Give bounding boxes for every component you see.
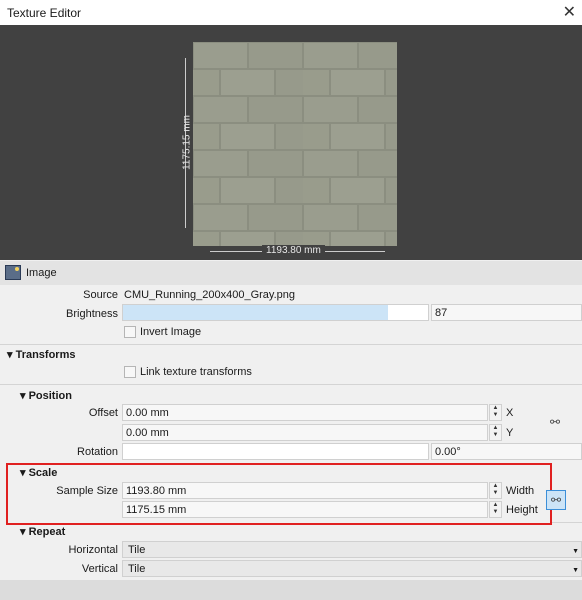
sample-size-label: Sample Size — [56, 485, 118, 497]
footer-bar — [0, 580, 582, 600]
vertical-repeat-dropdown[interactable]: Tile ▼ — [122, 560, 582, 577]
sample-width-spinner[interactable]: ▲ ▼ — [489, 482, 502, 499]
offset-x-spinner[interactable]: ▲ ▼ — [489, 404, 502, 421]
divider — [0, 344, 582, 345]
transforms-label: Transforms — [15, 349, 76, 361]
divider — [0, 384, 582, 385]
rotation-input[interactable]: 0.00° — [431, 443, 582, 460]
offset-x-input[interactable]: 0.00 mm — [122, 404, 488, 421]
chevron-down-icon: ▼ — [572, 548, 579, 555]
horizontal-repeat-dropdown[interactable]: Tile ▼ — [122, 541, 582, 558]
chain-link-icon: ⚯ — [549, 415, 561, 429]
sample-height-spinner[interactable]: ▲ ▼ — [489, 501, 502, 518]
position-label: Position — [28, 390, 72, 402]
x-label: X — [506, 407, 514, 419]
source-label: Source — [83, 289, 118, 301]
scale-label: Scale — [28, 467, 58, 479]
brightness-label: Brightness — [66, 308, 118, 320]
horizontal-label: Horizontal — [68, 544, 118, 556]
window-title: Texture Editor — [7, 6, 82, 20]
width-dimension-label: 1193.80 mm — [262, 245, 325, 256]
repeat-header[interactable]: ▾ Repeat — [20, 525, 65, 538]
rotation-label: Rotation — [77, 446, 118, 458]
brick-texture — [193, 42, 397, 246]
source-value: CMU_Running_200x400_Gray.png — [124, 289, 296, 301]
image-section-header[interactable]: Image — [0, 261, 582, 285]
vertical-repeat-value: Tile — [128, 563, 146, 575]
texture-preview: 1175.15 mm 1193.80 mm — [0, 25, 582, 260]
link-scale-button[interactable]: ⚯ — [546, 490, 566, 510]
image-header-label: Image — [26, 267, 57, 279]
link-offset-button[interactable]: ⚯ — [545, 412, 565, 432]
link-transforms-label: Link texture transforms — [140, 366, 252, 378]
brightness-slider[interactable] — [122, 304, 429, 321]
title-bar: Texture Editor ✕ — [0, 0, 582, 25]
offset-label: Offset — [88, 407, 118, 419]
sample-width-input[interactable]: 1193.80 mm — [122, 482, 488, 499]
offset-y-input[interactable]: 0.00 mm — [122, 424, 488, 441]
scale-header[interactable]: ▾ Scale — [20, 466, 57, 479]
position-header[interactable]: ▾ Position — [20, 389, 72, 402]
close-icon[interactable]: ✕ — [563, 2, 576, 22]
brightness-input[interactable]: 87 — [431, 304, 582, 321]
height-label: Height — [506, 504, 538, 516]
link-transforms-checkbox[interactable] — [124, 366, 136, 378]
transforms-header[interactable]: ▾ Transforms — [7, 348, 76, 361]
height-dimension-label: 1175.15 mm — [181, 115, 193, 170]
chain-link-icon: ⚯ — [550, 493, 562, 507]
y-label: Y — [506, 427, 514, 439]
invert-image-label: Invert Image — [140, 326, 202, 338]
invert-image-checkbox[interactable] — [124, 326, 136, 338]
brightness-fill — [123, 305, 389, 320]
divider — [552, 522, 582, 523]
vertical-label: Vertical — [81, 563, 118, 575]
horizontal-repeat-value: Tile — [128, 544, 146, 556]
width-label: Width — [506, 485, 535, 497]
chevron-down-icon: ▼ — [572, 567, 579, 574]
sample-height-input[interactable]: 1175.15 mm — [122, 501, 488, 518]
image-icon — [5, 265, 21, 280]
repeat-label: Repeat — [28, 526, 66, 538]
rotation-slider[interactable] — [122, 443, 429, 460]
offset-y-spinner[interactable]: ▲ ▼ — [489, 424, 502, 441]
